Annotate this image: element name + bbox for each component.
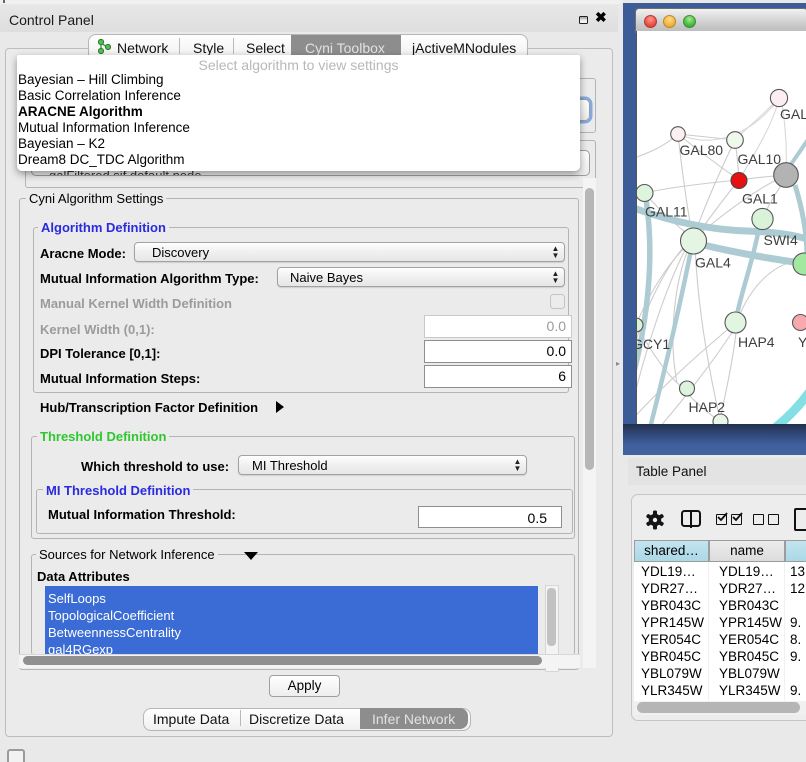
svg-text:HAP4: HAP4 [738,334,775,350]
svg-text:GAL80: GAL80 [680,142,724,158]
svg-text:SWI4: SWI4 [764,232,798,248]
svg-text:YJL: YJL [798,334,806,350]
svg-text:GAL7: GAL7 [780,106,806,122]
svg-text:GCY1: GCY1 [637,336,670,352]
svg-text:GAL11: GAL11 [645,204,688,220]
svg-text:GAL10: GAL10 [738,151,782,167]
svg-text:GAL1: GAL1 [742,191,778,207]
svg-text:HAP2: HAP2 [689,399,726,415]
svg-text:GAL4: GAL4 [695,255,731,271]
